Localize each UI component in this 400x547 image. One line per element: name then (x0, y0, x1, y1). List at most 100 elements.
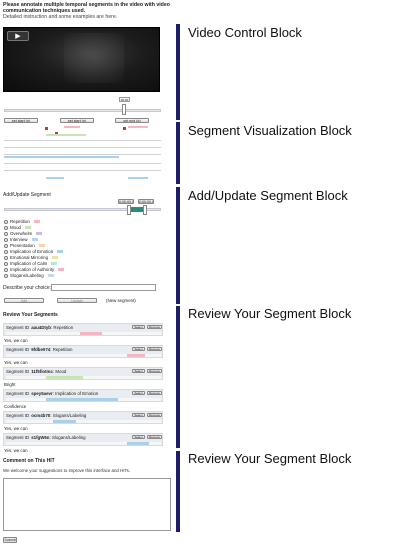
select-segment-button[interactable]: Select (132, 369, 145, 373)
set-end-button[interactable]: set end (q) (115, 118, 149, 123)
describe-input[interactable] (51, 284, 156, 291)
remove-segment-button[interactable]: Remove (147, 435, 162, 439)
segment-note: Yes, we can (4, 448, 28, 453)
set-start-button-2[interactable]: set start (p) (60, 118, 94, 123)
segment-mini-bar (46, 376, 84, 379)
category-label: Emotional Mirroring (10, 255, 49, 260)
callout-review-2: Review Your Segment Block (188, 451, 352, 466)
review-segment-row: Segment ID aau4Dtyb: Repetition Select Remo… (3, 323, 163, 336)
radio-icon[interactable] (4, 243, 8, 248)
color-swatch (57, 250, 64, 254)
category-label: Implication of Authority (10, 267, 55, 272)
segment-note: Confidence (4, 404, 27, 409)
radio-icon[interactable] (4, 249, 8, 254)
select-segment-button[interactable]: Select (132, 347, 145, 351)
comment-title: Comment on This HIT (3, 458, 55, 464)
select-segment-button[interactable]: Select (132, 413, 145, 417)
describe-label: Describe your choice: (3, 285, 52, 291)
viz-segment-slogans-2 (128, 177, 148, 179)
remove-segment-button[interactable]: Remove (147, 369, 162, 373)
color-swatch (36, 232, 43, 236)
color-swatch (31, 238, 38, 242)
category-label: Overwhelm (10, 231, 33, 236)
add-button[interactable]: Add (4, 298, 44, 303)
category-option[interactable]: Slogans/Labeling (4, 273, 64, 279)
segment-id-prefix: Segment ID (6, 413, 30, 418)
segment-id-prefix: Segment ID (6, 391, 30, 396)
video-player[interactable]: ▶ (3, 27, 160, 92)
callout-add-update: Add/Update Segment Block (188, 188, 348, 203)
viz-track-3 (4, 154, 161, 155)
category-label: Presentation (10, 243, 35, 248)
callout-bar-video (176, 24, 180, 120)
segment-note: Yes, we can (4, 360, 28, 365)
segment-mini-bar (52, 420, 76, 423)
segment-note: Yes, we can (4, 338, 28, 343)
update-button[interactable]: Update (57, 298, 97, 303)
end-time-label[interactable]: 0:00:00.0 (138, 199, 154, 204)
radio-icon[interactable] (4, 261, 8, 266)
add-update-title: Add/Update Segment (3, 192, 51, 198)
seek-track[interactable] (4, 109, 161, 112)
viz-track-5 (4, 170, 161, 171)
segment-id-line: Segment ID 9fdbe074: Repetition (6, 347, 72, 352)
submit-button[interactable]: Submit (3, 537, 17, 543)
color-swatch (33, 220, 40, 224)
segment-id-line: Segment ID 11f5fiotmc: Mood (6, 369, 66, 374)
category-label: Repetition (10, 219, 30, 224)
segment-category: Repetition (53, 325, 74, 330)
seek-handle[interactable] (122, 104, 126, 115)
segment-id: ocm4b70 (31, 413, 51, 418)
segment-id-line: Segment ID aau4Dtyb: Repetition (6, 325, 73, 330)
remove-segment-button[interactable]: Remove (147, 325, 162, 329)
segment-mini-bar (126, 442, 149, 445)
radio-icon[interactable] (4, 255, 8, 260)
callout-review: Review Your Segment Block (188, 306, 352, 321)
radio-icon[interactable] (4, 273, 8, 278)
segment-mini-track (6, 354, 161, 357)
comment-prompt: We welcome your suggestions to improve t… (3, 468, 131, 473)
radio-icon[interactable] (4, 231, 8, 236)
segment-note: Yes, we can (4, 426, 28, 431)
segment-id-line: Segment ID ocm4b70: Slogans/Labeling (6, 413, 86, 418)
range-handle-end[interactable] (143, 205, 147, 215)
seek-marker[interactable]: 00:00 (119, 97, 130, 102)
instruction-line-3: Detailed instruction and some examples a… (3, 14, 118, 20)
range-selection (130, 207, 144, 212)
segment-category: Slogans/Labeling (51, 435, 86, 440)
segment-id-line: Segment ID spey5aevr: Implication of Emot… (6, 391, 98, 396)
radio-icon[interactable] (4, 267, 8, 272)
segment-category: Implication of Emotion (55, 391, 99, 396)
viz-segment-repetition-2 (128, 126, 148, 128)
review-segment-row: Segment ID ocm4b70: Slogans/Labeling Selec… (3, 411, 163, 424)
remove-segment-button[interactable]: Remove (147, 413, 162, 417)
comment-textarea[interactable] (3, 478, 171, 531)
radio-icon[interactable] (4, 219, 8, 224)
category-label: Mood (10, 225, 21, 230)
segment-id: spey5aevr (31, 391, 53, 396)
segment-mini-bar (80, 332, 103, 335)
remove-segment-button[interactable]: Remove (147, 347, 162, 351)
callout-video-control: Video Control Block (188, 25, 302, 40)
select-segment-button[interactable]: Select (132, 325, 145, 329)
start-time-label[interactable]: 0:00:00.0 (118, 199, 134, 204)
play-button[interactable]: ▶ (7, 31, 29, 41)
select-segment-button[interactable]: Select (132, 435, 145, 439)
viz-segment-emotion (4, 156, 119, 158)
callout-bar-add-update (176, 187, 180, 304)
range-handle-start[interactable] (127, 205, 131, 215)
segment-id-line: Segment ID s1fgW6n: Slogans/Labeling (6, 435, 86, 440)
remove-segment-button[interactable]: Remove (147, 391, 162, 395)
segment-id: 11f5fiotmc (31, 369, 53, 374)
radio-icon[interactable] (4, 225, 8, 230)
video-frame-glow (64, 33, 124, 83)
set-start-button[interactable]: set start (p) (4, 118, 38, 123)
category-label: Slogans/Labeling (10, 273, 44, 278)
marker-start (45, 127, 48, 130)
radio-icon[interactable] (4, 237, 8, 242)
segment-mini-track (6, 332, 161, 335)
select-segment-button[interactable]: Select (132, 391, 145, 395)
viz-segment-mood (46, 134, 86, 136)
color-swatch (47, 274, 54, 278)
viz-segment-repetition-1 (64, 126, 80, 128)
